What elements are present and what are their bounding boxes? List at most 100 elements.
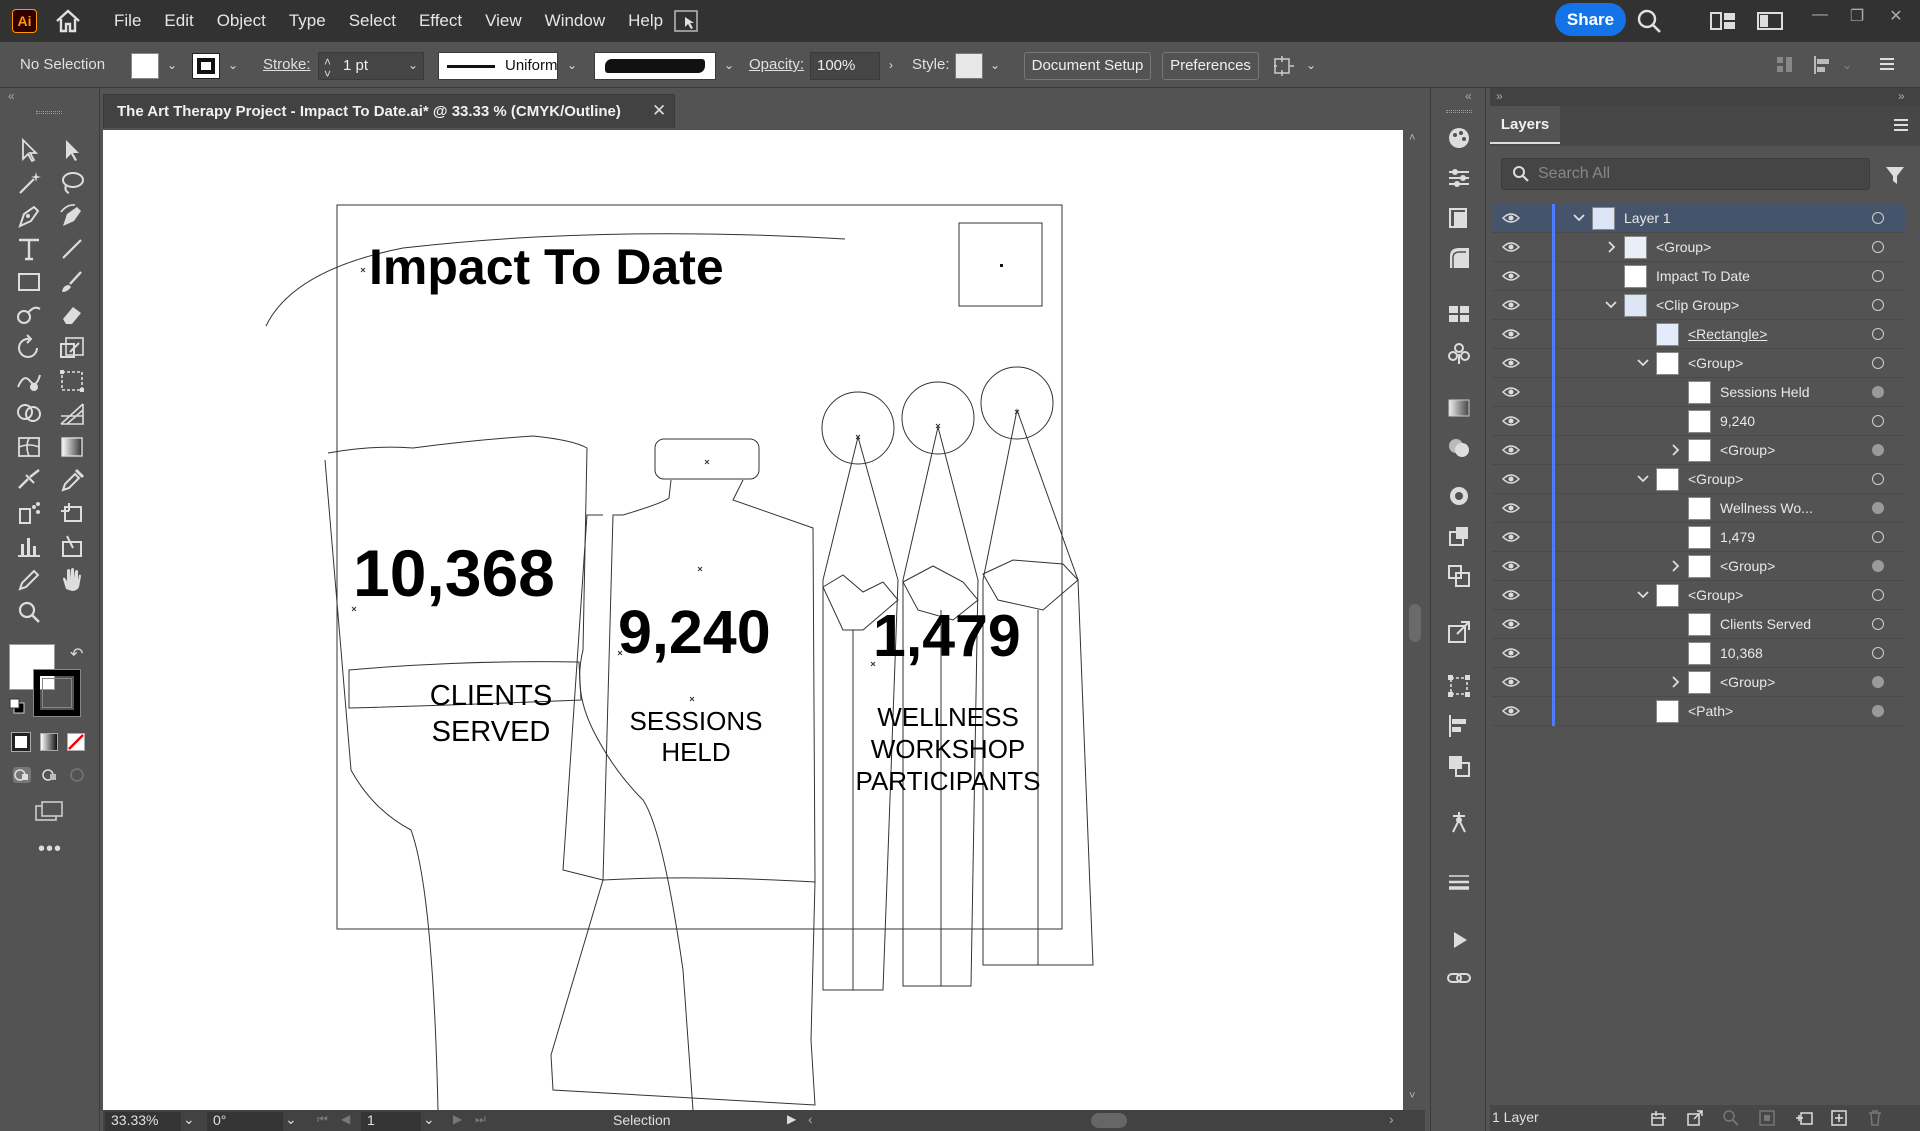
opacity-field[interactable]: 100%: [810, 52, 880, 80]
layers-search-box[interactable]: [1501, 158, 1870, 190]
visibility-eye-icon[interactable]: [1501, 704, 1521, 718]
artboards-panel-icon[interactable]: [1445, 562, 1473, 590]
appearance-icon[interactable]: [1445, 434, 1473, 462]
menu-type[interactable]: Type: [289, 11, 326, 31]
expand-chevron-icon[interactable]: [1668, 558, 1682, 574]
target-circle-icon[interactable]: [1872, 241, 1884, 253]
collapse-panels-icon[interactable]: «: [1465, 89, 1472, 103]
artboard-tool-icon[interactable]: [57, 499, 87, 527]
workspace-icon[interactable]: [1709, 10, 1737, 32]
layer-name[interactable]: <Rectangle>: [1688, 326, 1767, 342]
layer-name[interactable]: <Group>: [1720, 558, 1775, 574]
none-mode-icon[interactable]: [67, 733, 85, 751]
target-circle-icon[interactable]: [1872, 676, 1884, 688]
visibility-eye-icon[interactable]: [1501, 530, 1521, 544]
scale-tool-icon[interactable]: [57, 334, 87, 362]
color-guide-icon[interactable]: [1445, 482, 1473, 510]
collapse-chevron-icon[interactable]: [1636, 471, 1650, 487]
layer-name[interactable]: <Group>: [1656, 239, 1711, 255]
fill-swatch[interactable]: [131, 53, 159, 79]
stat-clients-label[interactable]: CLIENTS SERVED: [391, 678, 591, 750]
distribute-dropdown-icon[interactable]: ⌄: [1838, 54, 1856, 76]
color-mode-icon[interactable]: [12, 733, 30, 751]
layer-name[interactable]: Clients Served: [1720, 616, 1811, 632]
menu-effect[interactable]: Effect: [419, 11, 462, 31]
expand-chevron-icon[interactable]: [1668, 674, 1682, 690]
status-menu-icon[interactable]: ▶: [787, 1112, 796, 1126]
layer-row[interactable]: <Group>: [1492, 436, 1906, 465]
zoom-dropdown-icon[interactable]: ⌄: [183, 1111, 195, 1128]
warp-tool-icon[interactable]: [14, 367, 44, 395]
export-layers-icon[interactable]: [1686, 1109, 1704, 1127]
gradient-tool-icon[interactable]: [57, 433, 87, 461]
target-circle-icon[interactable]: [1872, 589, 1884, 601]
direct-selection-tool-icon[interactable]: [57, 136, 87, 164]
layer-name[interactable]: <Group>: [1720, 674, 1775, 690]
menu-help[interactable]: Help: [628, 11, 663, 31]
pathfinder-icon[interactable]: [1445, 752, 1473, 780]
quick-actions-icon[interactable]: [1272, 53, 1298, 79]
panel-menu-icon[interactable]: [1892, 118, 1910, 132]
tab-layers[interactable]: Layers: [1490, 106, 1560, 144]
visibility-eye-icon[interactable]: [1501, 617, 1521, 631]
layer-name[interactable]: <Group>: [1688, 587, 1743, 603]
panels-icon[interactable]: [1756, 10, 1784, 32]
document-tab[interactable]: The Art Therapy Project - Impact To Date…: [103, 94, 675, 128]
layer-row[interactable]: <Group>: [1492, 349, 1906, 378]
layer-row[interactable]: Layer 1: [1492, 204, 1906, 233]
visibility-eye-icon[interactable]: [1501, 211, 1521, 225]
visibility-eye-icon[interactable]: [1501, 472, 1521, 486]
transform-icon[interactable]: [1445, 672, 1473, 700]
target-circle-icon[interactable]: [1872, 328, 1884, 340]
new-sublayer-icon[interactable]: [1794, 1109, 1814, 1127]
quick-actions-dropdown-icon[interactable]: ⌄: [1302, 54, 1320, 76]
shaper-tool-icon[interactable]: [14, 301, 44, 329]
layer-row[interactable]: <Group>: [1492, 581, 1906, 610]
gradient-panel-icon[interactable]: [1445, 394, 1473, 422]
strip-grip[interactable]: [1446, 110, 1472, 113]
layer-name[interactable]: Wellness Wo...: [1720, 500, 1813, 516]
collapse-toolbar-icon[interactable]: «: [8, 89, 15, 103]
shape-builder-tool-icon[interactable]: [14, 400, 44, 428]
visibility-eye-icon[interactable]: [1501, 240, 1521, 254]
visibility-eye-icon[interactable]: [1501, 298, 1521, 312]
visibility-eye-icon[interactable]: [1501, 327, 1521, 341]
opacity-label[interactable]: Opacity:: [749, 56, 804, 73]
artboard-number-field[interactable]: 1: [361, 1112, 421, 1131]
line-tool-icon[interactable]: [57, 235, 87, 263]
edit-toolbar-icon[interactable]: •••: [38, 838, 62, 861]
layer-row[interactable]: Clients Served: [1492, 610, 1906, 639]
stroke-weight-dropdown-icon[interactable]: ⌄: [404, 54, 422, 76]
layer-name[interactable]: Layer 1: [1624, 210, 1671, 226]
layer-name[interactable]: 1,479: [1720, 529, 1755, 545]
visibility-eye-icon[interactable]: [1501, 675, 1521, 689]
layer-row[interactable]: Impact To Date: [1492, 262, 1906, 291]
target-circle-icon[interactable]: [1872, 444, 1884, 456]
rectangle-tool-icon[interactable]: [14, 268, 44, 296]
curvature-tool-icon[interactable]: [57, 202, 87, 230]
stat-sessions-label[interactable]: SESSIONS HELD: [611, 706, 781, 768]
visibility-eye-icon[interactable]: [1501, 588, 1521, 602]
layer-row[interactable]: <Group>: [1492, 465, 1906, 494]
mesh-tool-icon[interactable]: [14, 433, 44, 461]
layer-row[interactable]: 9,240: [1492, 407, 1906, 436]
visibility-eye-icon[interactable]: [1501, 501, 1521, 515]
new-layer-icon[interactable]: [1830, 1109, 1848, 1127]
blend-tool-icon[interactable]: [14, 466, 44, 494]
artboard-dropdown-icon[interactable]: ⌄: [423, 1111, 435, 1128]
zoom-tool-icon[interactable]: [14, 598, 44, 626]
export-asset-icon[interactable]: [1445, 522, 1473, 550]
target-circle-icon[interactable]: [1872, 212, 1884, 224]
actions-icon[interactable]: [1445, 926, 1473, 954]
layer-name[interactable]: 9,240: [1720, 413, 1755, 429]
magic-wand-tool-icon[interactable]: [14, 169, 44, 197]
close-tab-icon[interactable]: ✕: [652, 101, 666, 121]
target-circle-icon[interactable]: [1872, 618, 1884, 630]
minimize-icon[interactable]: —: [1806, 6, 1834, 24]
artwork-heading[interactable]: Impact To Date: [369, 238, 724, 296]
screen-mode-icon[interactable]: [34, 800, 64, 822]
column-graph-tool-icon[interactable]: [14, 532, 44, 560]
collapse-chevron-icon[interactable]: [1572, 210, 1586, 226]
layer-name[interactable]: <Clip Group>: [1656, 297, 1739, 313]
layer-name[interactable]: <Path>: [1688, 703, 1733, 719]
